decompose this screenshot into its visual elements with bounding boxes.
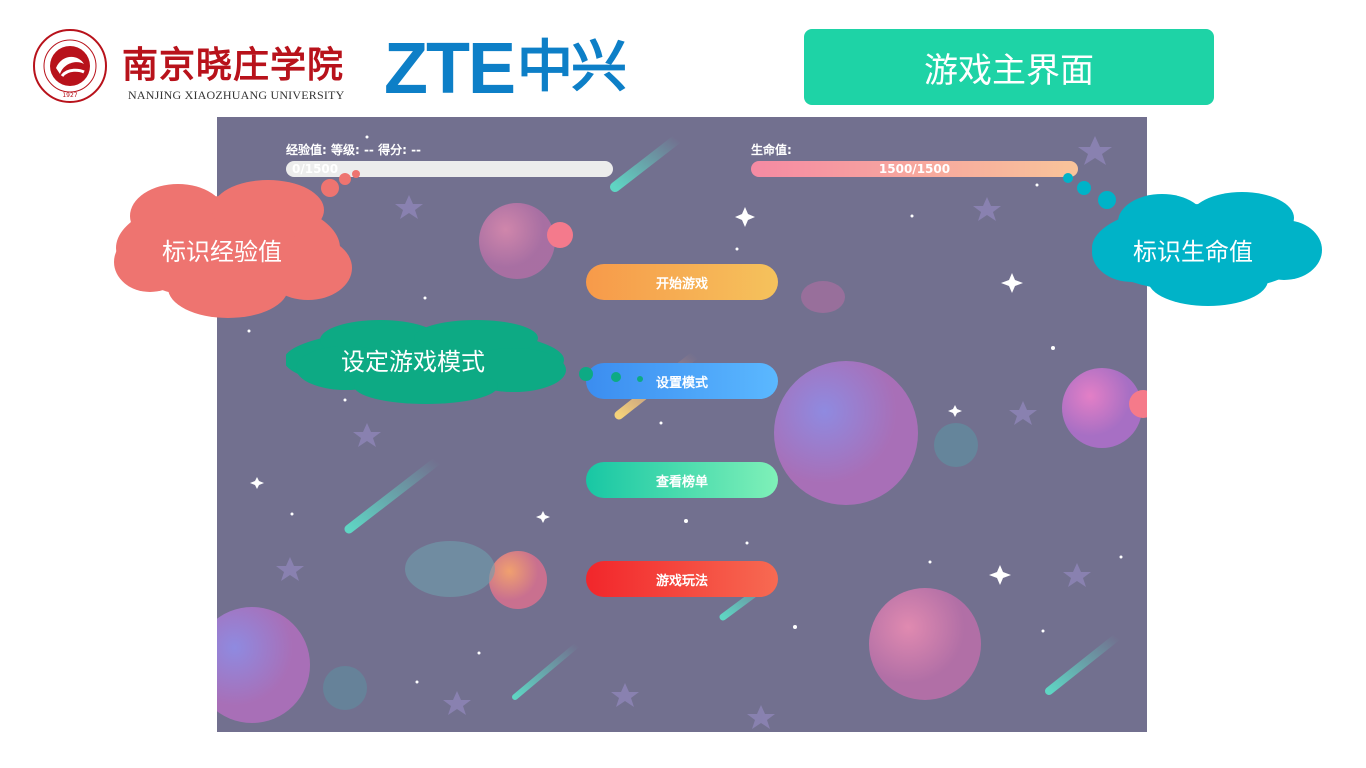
star (659, 421, 663, 425)
star (1041, 629, 1045, 633)
life-value: 1500/1500 (878, 162, 951, 176)
star (747, 705, 775, 729)
planet (774, 361, 918, 505)
zte-logo-cn: 中兴 (517, 35, 627, 100)
star (735, 247, 739, 251)
university-name-cn: 南京晓庄学院 (122, 44, 345, 86)
callout-mode-text: 设定游戏模式 (341, 348, 485, 376)
star (1051, 346, 1055, 350)
planet (405, 541, 495, 597)
star (395, 195, 423, 219)
university-seal-logo: 1927 (33, 29, 107, 103)
meteor (512, 642, 580, 700)
star (1078, 136, 1112, 165)
star (910, 214, 914, 218)
leaderboard-button[interactable]: 查看榜单 (586, 462, 778, 498)
star (443, 691, 471, 715)
callout-exp-text: 标识经验值 (162, 238, 282, 266)
star (745, 541, 749, 545)
star (365, 135, 369, 139)
star (973, 197, 1001, 221)
star (415, 680, 419, 684)
star (247, 329, 251, 333)
star (989, 565, 1011, 585)
callout-life-text: 标识生命值 (1133, 238, 1253, 266)
meteor (610, 134, 682, 192)
star (1035, 183, 1039, 187)
star (276, 557, 304, 581)
life-bar: 1500/1500 (751, 161, 1078, 177)
slide: 1927 南京晓庄学院 NANJING XIAOZHUANG UNIVERSIT… (0, 0, 1366, 768)
planet (479, 203, 555, 279)
meteor (1045, 633, 1121, 695)
page-title: 游戏主界面 (804, 29, 1214, 105)
planet (934, 423, 978, 467)
star (536, 511, 550, 523)
how-to-play-button[interactable]: 游戏玩法 (586, 561, 778, 597)
star (1001, 273, 1023, 293)
zte-logo: ZTE (384, 29, 516, 109)
planet (489, 551, 547, 609)
planet (869, 588, 981, 700)
university-name-en: NANJING XIAOZHUANG UNIVERSITY (128, 88, 345, 102)
star (1009, 401, 1037, 425)
star (735, 207, 755, 227)
star (928, 560, 932, 564)
star (948, 405, 962, 417)
star (793, 625, 797, 629)
planet (801, 281, 845, 313)
planet (547, 222, 573, 248)
star (250, 477, 264, 489)
life-label: 生命值: (751, 143, 792, 157)
star (423, 296, 427, 300)
start-game-button[interactable]: 开始游戏 (586, 264, 778, 300)
planet (323, 666, 367, 710)
star (611, 683, 639, 707)
star (290, 512, 294, 516)
exp-level-score-label: 经验值: 等级: -- 得分: -- (286, 143, 422, 157)
star (477, 651, 481, 655)
planet (217, 607, 310, 723)
star (684, 519, 688, 523)
meteor (344, 456, 442, 534)
star (1063, 563, 1091, 587)
svg-text:1927: 1927 (62, 92, 77, 99)
star (353, 423, 381, 447)
star (1119, 555, 1123, 559)
